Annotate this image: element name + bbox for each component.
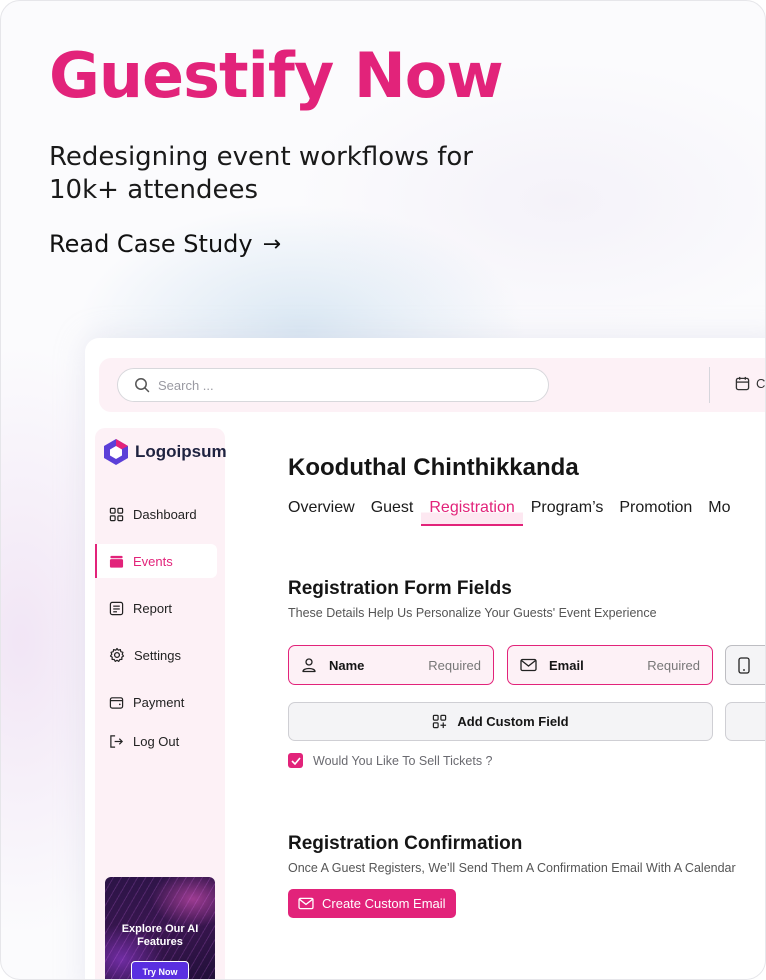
- tagline: Redesigning event workflows for 10k+ att…: [49, 142, 473, 205]
- logo: Logoipsum: [103, 438, 227, 466]
- calendar-icon: [735, 376, 750, 391]
- grid-icon: [109, 507, 124, 522]
- sidebar-item-label: Settings: [134, 647, 181, 663]
- gear-icon: [109, 647, 125, 663]
- folder-icon: [109, 554, 124, 569]
- field-label: Email: [549, 657, 584, 673]
- wallet-icon: [109, 695, 124, 710]
- tab-overview[interactable]: Overview: [288, 498, 363, 526]
- tab-guest[interactable]: Guest: [363, 498, 422, 526]
- top-bar: Search ... C: [99, 358, 765, 412]
- field-name[interactable]: Name Required: [288, 645, 494, 685]
- read-case-study-link[interactable]: Read Case Study →: [49, 230, 281, 258]
- field-phone[interactable]: [725, 645, 765, 685]
- sell-tickets-option[interactable]: Would You Like To Sell Tickets ?: [288, 753, 493, 768]
- date-picker-label: C: [756, 376, 766, 391]
- tab-more[interactable]: Mo: [700, 498, 738, 526]
- add-custom-field-label: Add Custom Field: [457, 714, 569, 729]
- tab-registration[interactable]: Registration: [421, 498, 523, 526]
- logout-icon: [109, 734, 124, 749]
- create-custom-email-button[interactable]: Create Custom Email: [288, 889, 456, 918]
- tab-promotion[interactable]: Promotion: [611, 498, 700, 526]
- sell-tickets-label: Would You Like To Sell Tickets ?: [313, 753, 493, 768]
- event-tabs: Overview Guest Registration Program’s Pr…: [288, 498, 739, 526]
- search-input[interactable]: Search ...: [117, 368, 549, 402]
- field-label: Name: [329, 657, 365, 673]
- logo-text: Logoipsum: [135, 442, 227, 461]
- ai-features-promo: Explore Our AI Features Try Now: [105, 877, 215, 979]
- sell-tickets-checkbox[interactable]: [288, 753, 303, 768]
- try-now-button[interactable]: Try Now: [131, 961, 189, 979]
- sidebar-item-label: Payment: [133, 694, 185, 710]
- add-widget-icon: [432, 714, 447, 729]
- secondary-field-button[interactable]: [725, 702, 765, 741]
- search-placeholder: Search ...: [158, 377, 214, 393]
- sidebar: Logoipsum Dashboard Events Report Settin…: [95, 428, 227, 979]
- add-custom-field-button[interactable]: Add Custom Field: [288, 702, 713, 741]
- user-icon: [301, 657, 317, 673]
- create-custom-email-label: Create Custom Email: [322, 896, 446, 911]
- topbar-divider: [709, 367, 710, 403]
- app-preview: Search ... C Logoipsum Dashboard Events …: [85, 338, 765, 979]
- sidebar-item-events[interactable]: Events: [95, 544, 217, 578]
- case-study-card: Guestify Now Redesigning event workflows…: [0, 0, 766, 980]
- tab-programs[interactable]: Program’s: [523, 498, 612, 526]
- field-email[interactable]: Email Required: [507, 645, 713, 685]
- form-fields-title: Registration Form Fields: [288, 578, 512, 599]
- form-fields-subtitle: These Details Help Us Personalize Your G…: [288, 606, 657, 620]
- read-case-study-label: Read Case Study: [49, 230, 253, 258]
- sidebar-item-payment[interactable]: Payment: [95, 685, 217, 719]
- promo-title: Explore Our AI Features: [121, 923, 199, 948]
- field-status: Required: [428, 657, 481, 673]
- mail-icon: [520, 658, 537, 672]
- report-icon: [109, 601, 124, 616]
- logo-icon: [103, 438, 129, 466]
- sidebar-item-label: Events: [133, 553, 173, 569]
- date-picker[interactable]: C: [735, 376, 765, 391]
- sidebar-item-settings[interactable]: Settings: [95, 638, 217, 672]
- sidebar-item-logout[interactable]: Log Out: [95, 724, 217, 758]
- sidebar-item-report[interactable]: Report: [95, 591, 217, 625]
- sidebar-item-label: Report: [133, 600, 173, 616]
- sidebar-item-label: Dashboard: [133, 506, 197, 522]
- confirmation-subtitle: Once A Guest Registers, We’ll Send Them …: [288, 861, 736, 875]
- sidebar-item-label: Log Out: [133, 733, 180, 749]
- arrow-right-icon: →: [262, 231, 282, 257]
- search-icon: [134, 377, 150, 393]
- sidebar-item-dashboard[interactable]: Dashboard: [95, 497, 217, 531]
- phone-icon: [738, 656, 750, 674]
- event-title: Kooduthal Chinthikkanda: [288, 454, 579, 481]
- brand-title: Guestify Now: [49, 39, 504, 112]
- field-status: Required: [647, 657, 700, 673]
- confirmation-title: Registration Confirmation: [288, 833, 523, 854]
- mail-icon: [298, 897, 314, 910]
